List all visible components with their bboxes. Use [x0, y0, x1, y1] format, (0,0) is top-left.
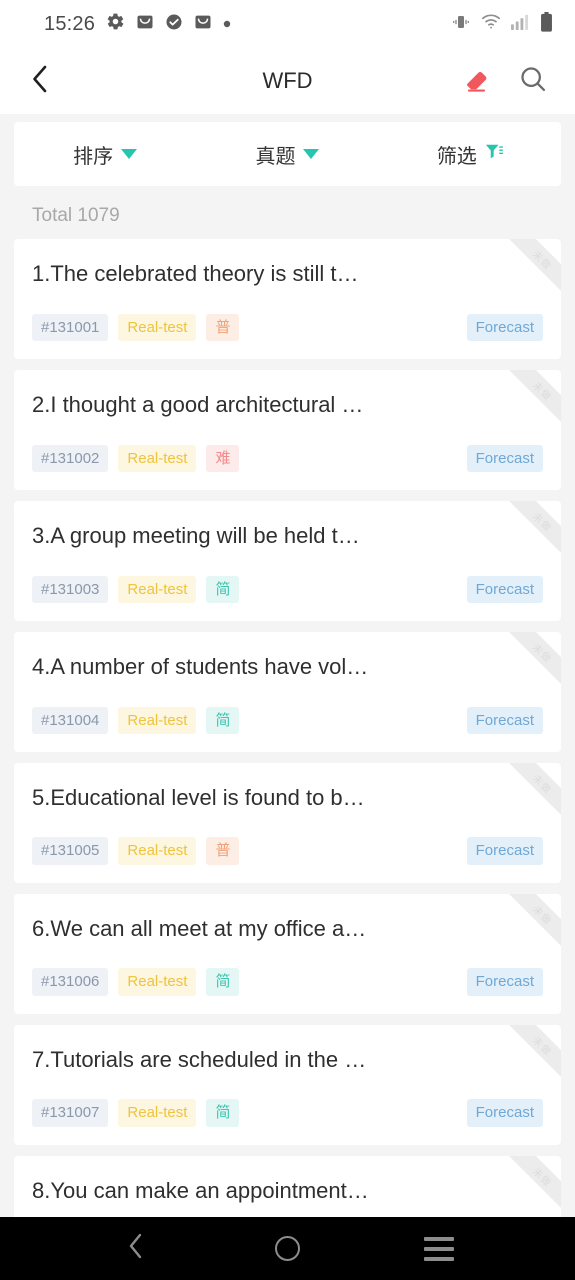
header-actions	[457, 61, 553, 101]
battery-icon	[540, 11, 553, 37]
dot-icon	[223, 15, 231, 33]
eraser-button[interactable]	[457, 61, 497, 101]
status-bar-right	[451, 11, 553, 37]
filter-icon	[485, 143, 503, 166]
tag-forecast: Forecast	[466, 1099, 543, 1127]
tag-forecast: Forecast	[466, 837, 543, 865]
tag-difficulty: 简	[206, 968, 240, 996]
search-icon	[518, 64, 548, 99]
nav-home-icon	[274, 1236, 300, 1261]
status-bar-left: 15:26	[44, 12, 231, 36]
list-item-tags: #131006 Real-test 简 Forecast	[32, 968, 543, 996]
tag-id: #131007	[32, 1099, 109, 1127]
total-count: Total 1079	[0, 186, 575, 239]
tag-type: Real-test	[118, 575, 197, 603]
tag-id: #131001	[32, 313, 109, 341]
search-button[interactable]	[513, 61, 553, 101]
tag-forecast: Forecast	[466, 575, 543, 603]
tag-type: Real-test	[118, 313, 197, 341]
list-item[interactable]: 未做 2.I thought a good architectural … #1…	[14, 369, 561, 490]
nav-home-button[interactable]	[257, 1219, 317, 1279]
eraser-icon	[462, 64, 492, 99]
filter-screen[interactable]: 筛选	[379, 122, 561, 186]
back-button[interactable]	[18, 59, 62, 103]
status-bar: 15:26	[0, 0, 575, 48]
list-item-title: 7.Tutorials are scheduled in the …	[32, 1046, 367, 1072]
wifi-icon	[481, 13, 501, 35]
check-circle-icon	[165, 13, 183, 36]
status-time: 15:26	[44, 12, 96, 35]
list-item[interactable]: 未做 5.Educational level is found to b… #1…	[14, 762, 561, 883]
tag-forecast: Forecast	[466, 313, 543, 341]
nav-recents-button[interactable]	[409, 1219, 469, 1279]
tag-id: #131003	[32, 575, 109, 603]
list-item[interactable]: 未做 7.Tutorials are scheduled in the … #1…	[14, 1024, 561, 1145]
tag-difficulty: 难	[206, 444, 240, 472]
list-item-title: 8.You can make an appointment…	[32, 1177, 369, 1203]
filter-bar-wrap: 排序 真题 筛选	[0, 114, 575, 186]
chevron-down-icon	[303, 149, 320, 159]
mail-icon	[194, 13, 212, 36]
list-item-tags: #131004 Real-test 简 Forecast	[32, 706, 543, 734]
tag-forecast: Forecast	[466, 444, 543, 472]
tag-difficulty: 简	[206, 706, 240, 734]
chevron-left-icon	[29, 63, 51, 100]
signal-icon	[511, 13, 530, 35]
nav-recents-icon	[424, 1236, 455, 1261]
tag-type: Real-test	[118, 1099, 197, 1127]
gear-icon	[106, 12, 125, 36]
filter-bar: 排序 真题 筛选	[14, 122, 561, 186]
list-item[interactable]: 未做 4.A number of students have vol… #131…	[14, 631, 561, 752]
list-item-tags: #131001 Real-test 普 Forecast	[32, 313, 543, 341]
tag-id: #131006	[32, 968, 109, 996]
phone-screen: 15:26 WFD 排序 真题 筛选 Total 1079 未做 1.The c…	[0, 0, 575, 1280]
list-item-title: 3.A group meeting will be held t…	[32, 522, 360, 548]
tag-difficulty: 普	[206, 837, 240, 865]
list-item[interactable]: 未做 8.You can make an appointment…	[14, 1155, 561, 1217]
list-item[interactable]: 未做 1.The celebrated theory is still t… #…	[14, 239, 561, 359]
filter-sort[interactable]: 排序	[14, 122, 196, 186]
list-item-title: 2.I thought a good architectural …	[32, 391, 364, 417]
list-item-title: 5.Educational level is found to b…	[32, 784, 365, 810]
android-nav-bar	[0, 1217, 575, 1280]
filter-screen-label: 筛选	[436, 145, 477, 168]
list-item-title: 1.The celebrated theory is still t…	[32, 261, 359, 286]
tag-forecast: Forecast	[466, 706, 543, 734]
list-item-tags: #131007 Real-test 简 Forecast	[32, 1099, 543, 1127]
tag-difficulty: 简	[206, 1099, 240, 1127]
mail-icon	[136, 13, 154, 36]
tag-forecast: Forecast	[466, 968, 543, 996]
nav-back-icon	[125, 1231, 147, 1266]
list-item-title: 4.A number of students have vol…	[32, 653, 369, 679]
list-item-title: 6.We can all meet at my office a…	[32, 915, 367, 941]
nav-back-button[interactable]	[106, 1219, 166, 1279]
filter-sort-label: 排序	[73, 145, 114, 168]
tag-type: Real-test	[118, 706, 197, 734]
tag-id: #131005	[32, 837, 109, 865]
tag-difficulty: 简	[206, 575, 240, 603]
list-item[interactable]: 未做 6.We can all meet at my office a… #13…	[14, 893, 561, 1014]
tag-type: Real-test	[118, 444, 197, 472]
tag-type: Real-test	[118, 837, 197, 865]
list-item-tags: #131005 Real-test 普 Forecast	[32, 837, 543, 865]
filter-real-test-label: 真题	[255, 145, 296, 168]
tag-difficulty: 普	[206, 313, 240, 341]
tag-id: #131002	[32, 444, 109, 472]
tag-id: #131004	[32, 706, 109, 734]
list-item-tags: #131003 Real-test 简 Forecast	[32, 575, 543, 603]
list-item[interactable]: 未做 3.A group meeting will be held t… #13…	[14, 500, 561, 621]
vibrate-icon	[451, 13, 471, 36]
question-list[interactable]: 未做 1.The celebrated theory is still t… #…	[0, 239, 575, 1217]
tag-type: Real-test	[118, 968, 197, 996]
app-header: WFD	[0, 48, 575, 114]
list-item-tags: #131002 Real-test 难 Forecast	[32, 444, 543, 472]
chevron-down-icon	[121, 149, 138, 159]
filter-real-test[interactable]: 真题	[196, 122, 378, 186]
